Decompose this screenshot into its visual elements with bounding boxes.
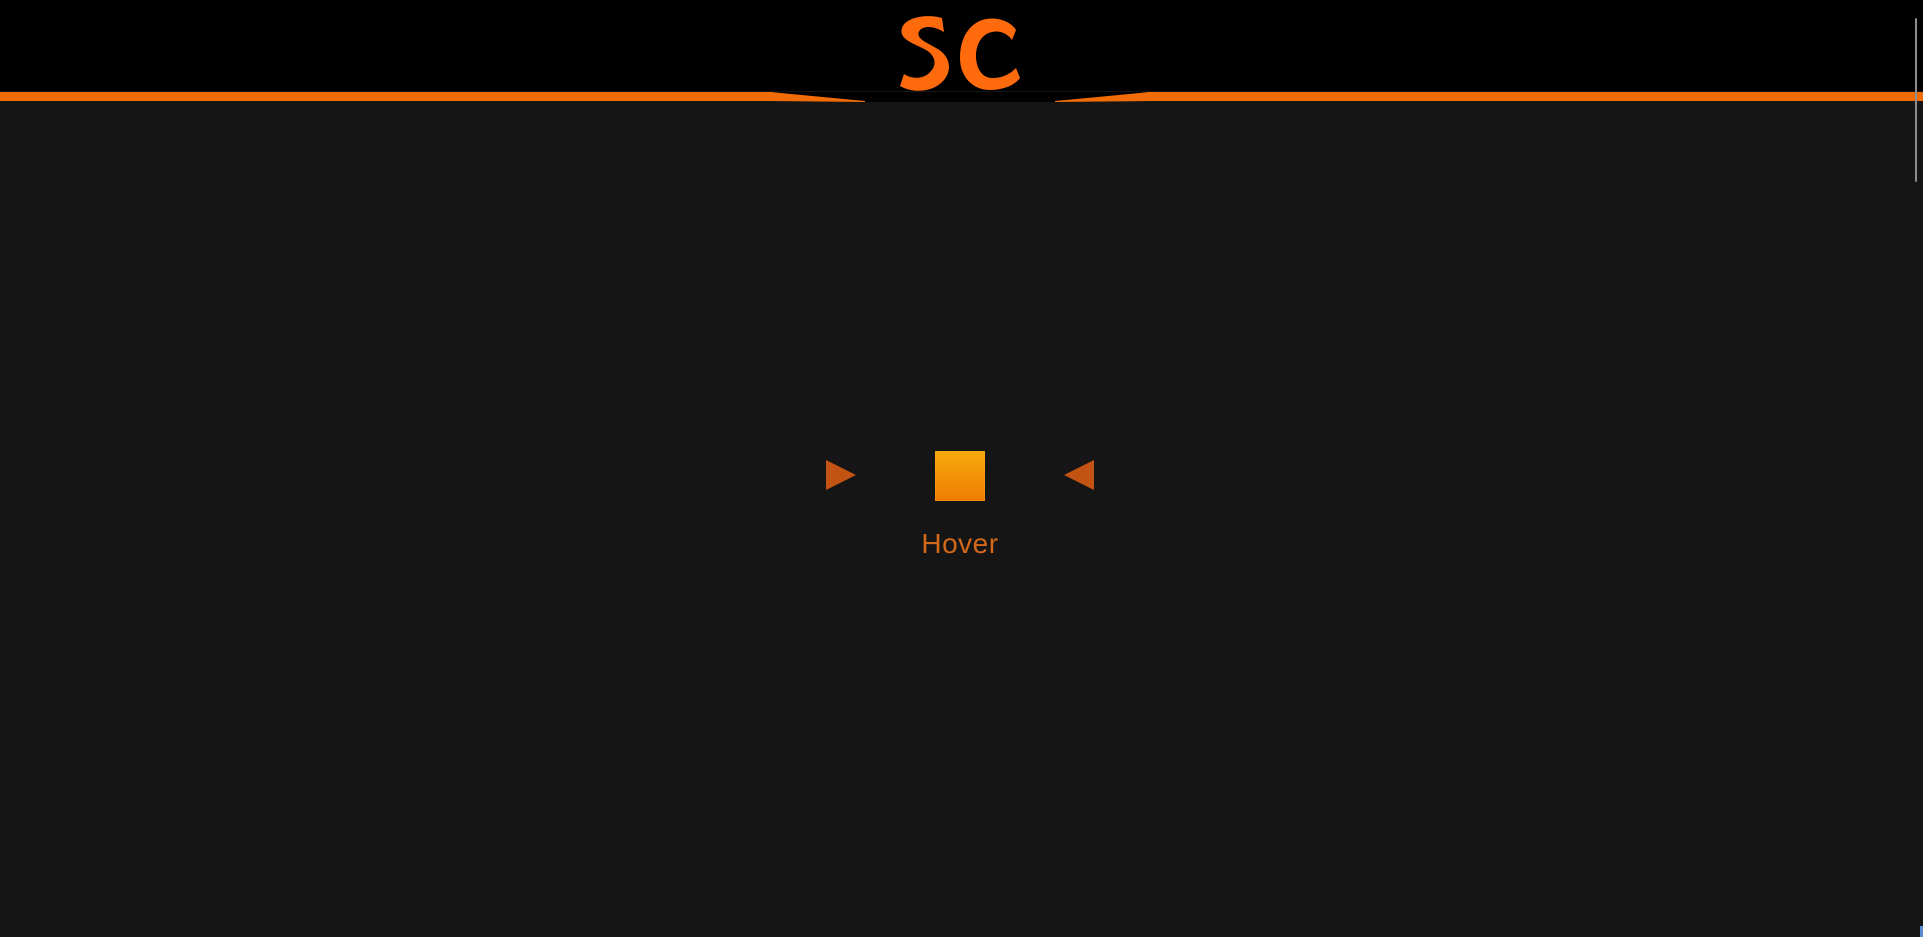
- logo-letter-s: [900, 16, 950, 91]
- hover-square[interactable]: [935, 451, 985, 501]
- logo-letter-c: [960, 18, 1020, 90]
- sc-logo-mark: [900, 16, 1020, 91]
- hover-label: Hover: [921, 528, 999, 559]
- hover-widget[interactable]: Hover: [820, 446, 1100, 566]
- page: SC Hover: [0, 0, 1923, 937]
- triangle-right-icon: [826, 460, 856, 490]
- triangle-left-icon: [1064, 460, 1094, 490]
- site-logo[interactable]: SC: [890, 6, 1030, 100]
- vertical-scrollbar[interactable]: [1915, 18, 1917, 182]
- site-header: SC: [0, 0, 1923, 102]
